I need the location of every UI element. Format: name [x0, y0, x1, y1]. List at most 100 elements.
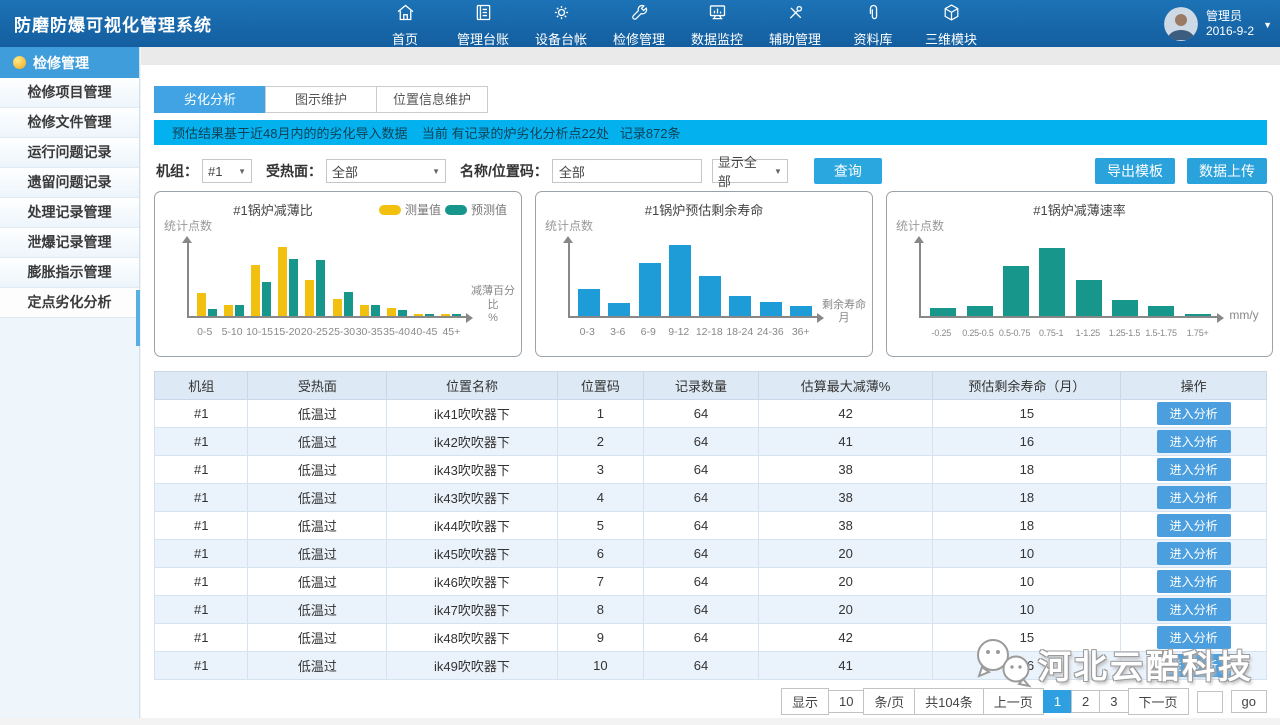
- page-jump-input[interactable]: [1197, 691, 1223, 713]
- cube-icon: [941, 2, 962, 28]
- go-button[interactable]: go: [1231, 690, 1267, 713]
- export-template-button[interactable]: 导出模板: [1095, 158, 1175, 184]
- table-header-cell: 记录数量: [644, 372, 759, 400]
- nav-label: 三维模块: [925, 29, 977, 48]
- sidebar-item[interactable]: 遗留问题记录: [0, 168, 139, 198]
- page-size-box[interactable]: 10: [828, 690, 864, 713]
- x-tick-label: 30-35: [355, 326, 382, 338]
- tab-degradation-analysis[interactable]: 劣化分析: [154, 86, 266, 113]
- enter-analysis-button[interactable]: 进入分析: [1157, 570, 1231, 593]
- sidebar-item[interactable]: 定点劣化分析: [0, 288, 139, 318]
- action-cell: 进入分析: [1121, 400, 1267, 428]
- bars: [921, 240, 1220, 316]
- enter-analysis-button[interactable]: 进入分析: [1157, 430, 1231, 453]
- nav-item-ledger[interactable]: 管理台账: [444, 0, 522, 48]
- nav-label: 资料库: [853, 29, 892, 48]
- app-title: 防磨防爆可视化管理系统: [14, 11, 366, 36]
- next-page-button[interactable]: 下一页: [1128, 688, 1189, 715]
- table-cell: 7: [557, 568, 644, 596]
- sidebar-item[interactable]: 检修项目管理: [0, 78, 139, 108]
- action-cell: 进入分析: [1121, 484, 1267, 512]
- table-row: #1低温过ik46吹吹器下7642010进入分析: [155, 568, 1267, 596]
- x-tick-label: 10-15: [246, 326, 273, 338]
- x-tick-label: 18-24: [725, 326, 756, 338]
- bar: [387, 308, 396, 316]
- table-row: #1低温过ik44吹吹器下5643818进入分析: [155, 512, 1267, 540]
- max-thinning-cell: 42: [758, 400, 933, 428]
- nav-item-monitor[interactable]: 数据监控: [678, 0, 756, 48]
- tab-diagram-maintenance[interactable]: 图示维护: [265, 86, 377, 113]
- per-page-label: 条/页: [863, 688, 915, 715]
- bar: [316, 260, 325, 316]
- nav-item-library[interactable]: 资料库: [834, 0, 912, 48]
- sidebar-item[interactable]: 检修文件管理: [0, 108, 139, 138]
- chart-legend: 测量值预测值: [379, 201, 507, 218]
- x-tick-label: 40-45: [410, 326, 437, 338]
- prev-page-button[interactable]: 上一页: [983, 688, 1044, 715]
- x-axis-labels: 0-55-1010-1515-2020-2525-3030-3535-4040-…: [187, 326, 469, 338]
- table-cell: 低温过: [248, 568, 387, 596]
- nav-label: 设备台帐: [535, 29, 587, 48]
- user-menu-arrow-icon[interactable]: ▼: [1263, 20, 1272, 30]
- table-cell: 64: [644, 652, 759, 680]
- remaining-life-cell: 15: [933, 400, 1121, 428]
- nav-item-3d[interactable]: 三维模块: [912, 0, 990, 48]
- query-button[interactable]: 查询: [814, 158, 882, 184]
- sidebar-item[interactable]: 处理记录管理: [0, 198, 139, 228]
- page-button-2[interactable]: 2: [1071, 690, 1100, 713]
- unit-select[interactable]: #1▼: [202, 159, 252, 183]
- sidebar-header: 检修管理: [0, 47, 139, 78]
- x-tick-label: 5-10: [218, 326, 245, 338]
- page-button-1[interactable]: 1: [1043, 690, 1072, 713]
- table-cell: 64: [644, 568, 759, 596]
- table-cell: ik45吹吹器下: [387, 540, 557, 568]
- table-cell: #1: [155, 484, 248, 512]
- table-header-cell: 受热面: [248, 372, 387, 400]
- nav-item-equipment[interactable]: 设备台帐: [522, 0, 600, 48]
- enter-analysis-button[interactable]: 进入分析: [1157, 626, 1231, 649]
- nav-item-home[interactable]: 首页: [366, 0, 444, 48]
- user-box[interactable]: 管理员 2016-9-2: [1164, 7, 1254, 41]
- show-all-select[interactable]: 显示全部▼: [712, 159, 788, 183]
- enter-analysis-button[interactable]: 进入分析: [1157, 598, 1231, 621]
- sidebar-item[interactable]: 运行问题记录: [0, 138, 139, 168]
- remaining-life-cell: 18: [933, 456, 1121, 484]
- table-cell: 64: [644, 400, 759, 428]
- tab-location-info[interactable]: 位置信息维护: [376, 86, 488, 113]
- sidebar: 检修管理 检修项目管理检修文件管理运行问题记录遗留问题记录处理记录管理泄爆记录管…: [0, 47, 140, 718]
- bar: [1003, 266, 1029, 316]
- bar: [608, 303, 630, 316]
- nav-label: 首页: [392, 29, 418, 48]
- data-upload-button[interactable]: 数据上传: [1187, 158, 1267, 184]
- enter-analysis-button[interactable]: 进入分析: [1157, 402, 1231, 425]
- sidebar-item[interactable]: 泄爆记录管理: [0, 228, 139, 258]
- sidebar-item[interactable]: 膨胀指示管理: [0, 258, 139, 288]
- nav-item-auxiliary[interactable]: 辅助管理: [756, 0, 834, 48]
- enter-analysis-button[interactable]: 进入分析: [1157, 486, 1231, 509]
- table-cell: 低温过: [248, 400, 387, 428]
- tools-icon: [785, 2, 806, 28]
- bar: [278, 247, 287, 316]
- module-dot-icon: [13, 56, 26, 69]
- enter-analysis-button[interactable]: 进入分析: [1157, 654, 1231, 677]
- enter-analysis-button[interactable]: 进入分析: [1157, 458, 1231, 481]
- chart-plot-area: [568, 240, 820, 318]
- user-date: 2016-9-2: [1206, 24, 1254, 39]
- nav-item-maintenance[interactable]: 检修管理: [600, 0, 678, 48]
- surface-select[interactable]: 全部▼: [326, 159, 446, 183]
- name-code-input[interactable]: [552, 159, 702, 183]
- x-tick-label: 3-6: [603, 326, 634, 338]
- enter-analysis-button[interactable]: 进入分析: [1157, 542, 1231, 565]
- x-axis-unit: mm/y: [1219, 308, 1269, 323]
- x-axis-unit: 减薄百分比%: [468, 285, 518, 326]
- chart-thinning-rate: #1锅炉减薄速率 统计点数 -0.250.25-0.50.5-0.750.75-…: [886, 191, 1273, 357]
- x-tick-label: 24-36: [755, 326, 786, 338]
- x-tick-label: 6-9: [633, 326, 664, 338]
- page-button-3[interactable]: 3: [1099, 690, 1128, 713]
- enter-analysis-button[interactable]: 进入分析: [1157, 514, 1231, 537]
- table-cell: 3: [557, 456, 644, 484]
- x-tick-label: 1.75+: [1179, 328, 1216, 338]
- table-cell: ik42吹吹器下: [387, 428, 557, 456]
- remaining-life-cell: 10: [933, 596, 1121, 624]
- table-cell: ik41吹吹器下: [387, 400, 557, 428]
